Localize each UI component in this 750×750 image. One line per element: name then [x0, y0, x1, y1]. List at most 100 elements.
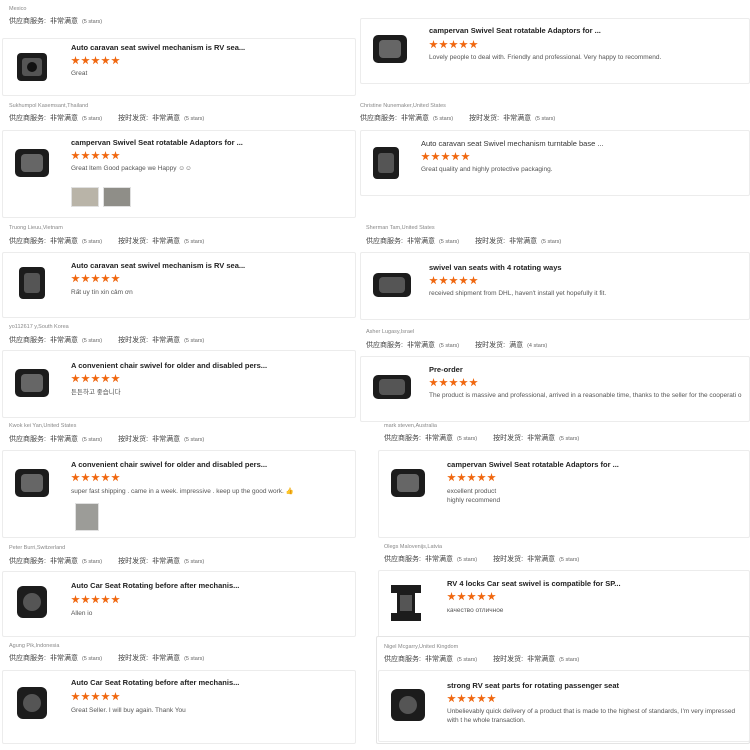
product-panel[interactable]: campervan Swivel Seat rotatable Adaptors… [378, 450, 750, 538]
rating-stars [429, 378, 478, 387]
review-card: yo112617 y,South Korea 供应商服务: 非常满意 (5 star… [0, 322, 357, 422]
product-thumbnail[interactable] [383, 581, 429, 625]
reviewer-info: Olegs Malovenijs,Latvia [384, 544, 443, 550]
product-panel[interactable]: A convenient chair swivel for older and … [2, 350, 356, 418]
review-comment: качество отличное [447, 607, 504, 614]
rating-summary: 供应商服务: 非常满意 (5 stars) 按时发货: 非常满意 (5 stars) [384, 435, 580, 442]
rating-summary: 供应商服务: 非常满意 (5 stars) 按时发货: 非常满意 (5 stars) [9, 436, 205, 443]
rating-stars [71, 151, 120, 160]
review-card: mark steven,Australia 供应商服务: 非常满意 (5 stars… [358, 422, 750, 542]
product-panel[interactable]: campervan Swivel Seat rotatable Adaptors… [360, 18, 750, 84]
product-thumbnail[interactable] [9, 461, 55, 505]
review-comment: Great quality and highly protective pack… [421, 166, 553, 173]
product-title[interactable]: campervan Swivel Seat rotatable Adaptors… [447, 460, 742, 469]
rating-summary: 供应商服务: 非常满意 (5 stars) 按时发货: 非常满意 (5 stars) [9, 337, 205, 344]
rating-stars [71, 692, 120, 701]
review-card: Sukhumpol Kasemsant,Thailand 供应商服务: 非常满意(… [0, 100, 357, 222]
product-title[interactable]: Pre-order [429, 365, 739, 374]
rating-summary: 供应商服务: 非常满意 (5 stars) 按时发货: 非常满意 (5 stars) [9, 238, 205, 245]
product-panel[interactable]: A convenient chair swivel for older and … [2, 450, 356, 538]
product-panel[interactable]: campervan Swivel Seat rotatable Adaptors… [2, 130, 356, 218]
product-title[interactable]: strong RV seat parts for rotating passen… [447, 681, 742, 690]
product-thumbnail[interactable] [9, 361, 55, 405]
rating-stars [71, 274, 120, 283]
review-card: Olegs Malovenijs,Latvia 供应商服务: 非常满意 (5 sta… [358, 542, 750, 642]
review-comment: Rất uy tín xin cảm ơn [71, 289, 133, 296]
review-card: Christine Nunemaker,United States 供应商服务:… [358, 100, 750, 222]
product-thumbnail[interactable] [9, 141, 55, 185]
reviewer-info: Kwok kei Yan,United States [9, 423, 77, 429]
product-title[interactable]: Auto caravan seat swivel mechanism is RV… [71, 261, 351, 270]
reviewer-info: yo112617 y,South Korea [9, 324, 69, 330]
product-panel[interactable]: RV 4 locks Car seat swivel is compatible… [378, 570, 750, 638]
review-comment: Great Seller. I will buy again. Thank Yo… [71, 707, 186, 714]
product-panel[interactable]: Auto caravan seat Swivel mechanism turnt… [360, 130, 750, 196]
product-thumbnail[interactable] [9, 45, 55, 89]
product-panel[interactable]: Pre-order The product is massive and pro… [360, 356, 750, 422]
review-card: Kwok kei Yan,United States 供应商服务: 非常满意 (5 … [0, 422, 357, 542]
product-thumbnail[interactable] [9, 261, 55, 305]
review-photo[interactable] [71, 187, 99, 207]
rating-stars [429, 276, 478, 285]
product-title[interactable]: Auto caravan seat Swivel mechanism turnt… [421, 139, 741, 148]
product-thumbnail[interactable] [363, 141, 409, 185]
product-panel[interactable]: Auto caravan seat swivel mechanism is RV… [2, 252, 356, 318]
review-card: Sherman Tam,United States 供应商服务: 非常满意 (5 s… [358, 222, 750, 322]
product-thumbnail[interactable] [9, 580, 55, 624]
review-comment: Allen io [71, 610, 93, 617]
product-thumbnail[interactable] [385, 461, 431, 505]
reviewer-info: Christine Nunemaker,United States [360, 103, 446, 109]
rating-stars [429, 40, 478, 49]
product-title[interactable]: campervan Swivel Seat rotatable Adaptors… [429, 26, 739, 35]
review-photo[interactable] [75, 503, 99, 531]
review-card: Nigel Mcgarry,United Kingdom 供应商服务: 非常满意(… [358, 636, 750, 750]
review-photo[interactable] [103, 187, 131, 207]
reviewer-info: Sukhumpol Kasemsant,Thailand [9, 103, 89, 109]
product-panel[interactable]: Auto caravan seat swivel mechanism is RV… [2, 38, 356, 96]
rating-stars [71, 56, 120, 65]
product-panel[interactable]: Auto Car Seat Rotating before after mech… [2, 571, 356, 637]
review-comment: received shipment from DHL, haven't inst… [429, 290, 607, 297]
review-comment: super fast shipping . came in a week. im… [71, 488, 294, 495]
rating-stars [421, 152, 470, 161]
rating-summary: 供应商服务: 非常满意 (5 stars) 按时发货: 满意 (4 stars) [366, 342, 548, 349]
review-comment: The product is massive and professional,… [429, 392, 742, 399]
product-title[interactable]: campervan Swivel Seat rotatable Adaptors… [71, 138, 351, 147]
rating-summary: 供应商服务: 非常满意 (5 stars) [9, 18, 103, 25]
review-comment: excellent product highly recommend [447, 488, 501, 504]
rating-summary: 供应商服务: 非常满意 (5 stars) 按时发货: 非常满意 (5 stars) [9, 115, 205, 122]
reviewer-info: mark steven,Australia [384, 423, 437, 429]
right-review-column: campervan Swivel Seat rotatable Adaptors… [358, 0, 750, 750]
product-title[interactable]: A convenient chair swivel for older and … [71, 361, 351, 370]
rating-stars [447, 592, 496, 601]
product-title[interactable]: Auto caravan seat swivel mechanism is RV… [71, 43, 351, 52]
rating-summary: 供应商服务: 非常满意 (5 stars) 按时发货: 非常满意 (5 stars) [384, 556, 580, 563]
rating-summary: 供应商服务: 非常满意 (5 stars) 按时发货: 非常满意 (5 stars) [360, 115, 556, 122]
product-title[interactable]: swivel van seats with 4 rotating ways [429, 263, 739, 272]
product-title[interactable]: A convenient chair swivel for older and … [71, 460, 351, 469]
rating-stars [447, 694, 496, 703]
reviewer-info: Agung Pik,Indonesia [9, 643, 60, 649]
product-thumbnail[interactable] [369, 365, 415, 409]
product-panel[interactable]: strong RV seat parts for rotating passen… [378, 670, 750, 742]
left-review-column: Mexico 供应商服务: 非常满意 (5 stars) Auto caravan … [0, 0, 357, 750]
rating-stars [447, 473, 496, 482]
rating-summary: 供应商服务: 非常满意 (5 stars) 按时发货: 非常满意 (5 stars) [9, 558, 205, 565]
rating-summary: 供应商服务: 非常满意 (5 stars) 按时发货: 非常满意 (5 stars) [384, 656, 580, 663]
product-thumbnail[interactable] [367, 27, 413, 71]
reviewer-info: Mexico [9, 6, 27, 12]
product-thumbnail[interactable] [369, 263, 415, 307]
product-thumbnail[interactable] [9, 681, 55, 725]
rating-stars [71, 473, 120, 482]
product-panel[interactable]: Auto Car Seat Rotating before after mech… [2, 670, 356, 744]
review-card: Mexico 供应商服务: 非常满意 (5 stars) Auto caravan … [0, 0, 357, 100]
product-panel[interactable]: swivel van seats with 4 rotating ways re… [360, 252, 750, 320]
product-title[interactable]: RV 4 locks Car seat swivel is compatible… [447, 579, 742, 588]
reviewer-info: Nigel Mcgarry,United Kingdom [384, 644, 459, 650]
product-title[interactable]: Auto Car Seat Rotating before after mech… [71, 678, 351, 687]
review-card: campervan Swivel Seat rotatable Adaptors… [358, 0, 750, 100]
review-card: Truong Lieuu,Vietnam 供应商服务: 非常满意 (5 stars)… [0, 222, 357, 322]
product-title[interactable]: Auto Car Seat Rotating before after mech… [71, 581, 351, 590]
product-thumbnail[interactable] [385, 683, 431, 727]
rating-summary: 供应商服务: 非常满意 (5 stars) 按时发货: 非常满意 (5 stars) [366, 238, 562, 245]
